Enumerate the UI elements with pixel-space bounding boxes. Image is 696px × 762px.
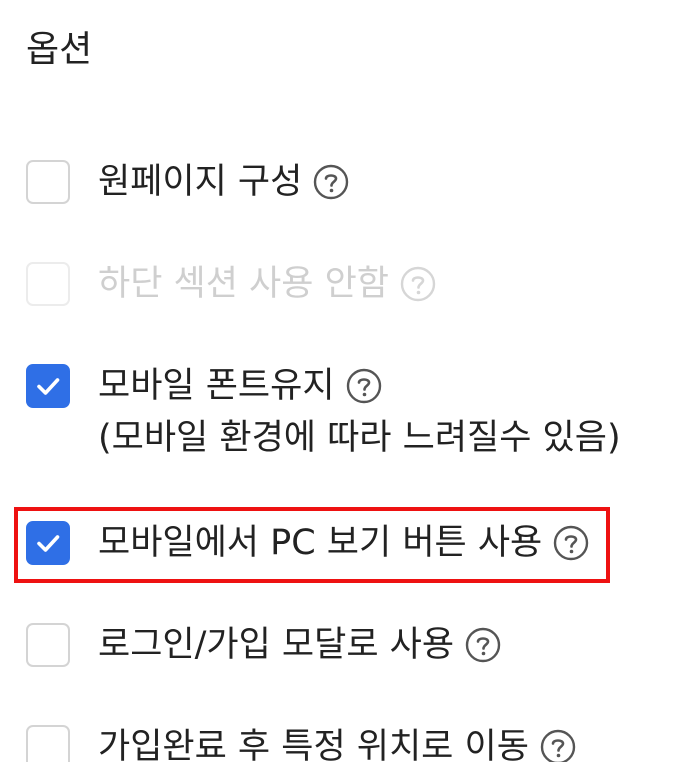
option-label-wrap: 모바일에서 PC 보기 버튼 사용: [98, 517, 590, 569]
option-redirect-after-signup: 가입완료 후 특정 위치로 이동: [26, 725, 577, 762]
section-title: 옵션: [26, 29, 93, 70]
options-panel: 옵션 원페이지 구성 하단 섹션 사용 안함 모바일 폰트유지 (모바일 환경에…: [0, 0, 696, 762]
option-label-mobile-font-keep: 모바일 폰트유지: [98, 366, 335, 406]
help-icon[interactable]: [464, 626, 502, 664]
option-sub-text: (모바일 환경에 따라 느려질수 있음): [98, 418, 621, 458]
checkbox-redirect-after-signup[interactable]: [26, 725, 70, 762]
option-no-bottom-section: 하단 섹션 사용 안함: [26, 262, 437, 310]
option-login-modal: 로그인/가입 모달로 사용: [26, 623, 502, 671]
option-label-no-bottom-section: 하단 섹션 사용 안함: [98, 264, 389, 304]
option-label-redirect-after-signup: 가입완료 후 특정 위치로 이동: [98, 727, 529, 762]
option-label-one-page: 원페이지 구성: [98, 162, 303, 202]
checkbox-one-page[interactable]: [26, 160, 70, 204]
help-icon[interactable]: [312, 163, 350, 201]
checkbox-mobile-pc-view-button[interactable]: [26, 521, 70, 565]
checkbox-mobile-font-keep[interactable]: [26, 364, 70, 408]
option-mobile-pc-view-button: 모바일에서 PC 보기 버튼 사용: [26, 521, 590, 569]
checkmark-icon: [37, 378, 60, 395]
option-label-wrap: 가입완료 후 특정 위치로 이동: [98, 721, 577, 762]
checkmark-icon: [37, 535, 60, 552]
option-label-mobile-pc-view-button: 모바일에서 PC 보기 버튼 사용: [98, 523, 543, 563]
option-label-wrap: 원페이지 구성: [98, 156, 350, 208]
help-icon[interactable]: [552, 524, 590, 562]
option-label-wrap: 로그인/가입 모달로 사용: [98, 619, 502, 671]
help-icon[interactable]: [345, 367, 383, 405]
checkbox-login-modal[interactable]: [26, 623, 70, 667]
checkbox-no-bottom-section: [26, 262, 70, 306]
option-label-wrap: 모바일 폰트유지 (모바일 환경에 따라 느려질수 있음): [98, 360, 621, 464]
help-icon[interactable]: [539, 728, 577, 762]
option-mobile-font-keep: 모바일 폰트유지 (모바일 환경에 따라 느려질수 있음): [26, 364, 621, 464]
option-one-page: 원페이지 구성: [26, 160, 350, 208]
option-label-wrap: 하단 섹션 사용 안함: [98, 258, 437, 310]
help-icon: [399, 265, 437, 303]
option-label-login-modal: 로그인/가입 모달로 사용: [98, 625, 455, 665]
